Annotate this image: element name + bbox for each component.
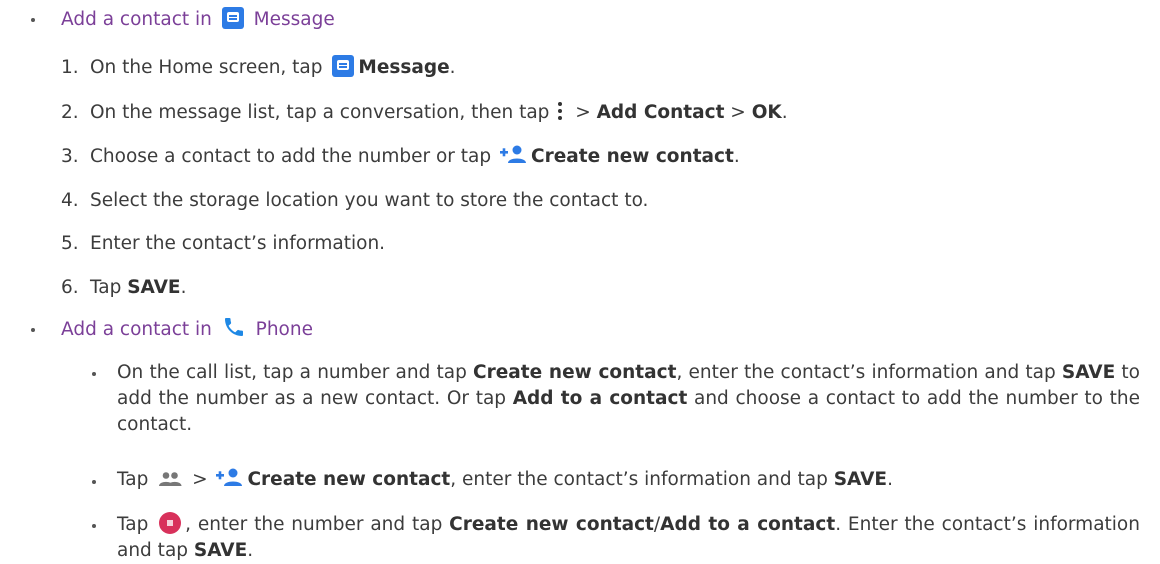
section-heading-message: Add a contact in Message [61,7,335,32]
step-text-part: Choose a contact to add the number or ta… [90,146,492,167]
bullet [31,18,35,22]
item-text-part: > [186,469,214,490]
step-text-part: Tap [90,277,122,298]
heading-text: Add a contact in [61,9,212,30]
step-text: On the Home screen, tap Message. [90,55,456,80]
heading-text: Add a contact in [61,319,212,340]
list-item: On the call list, tap a number and tap C… [117,360,1140,438]
step-text-part: On the Home screen, tap [90,57,323,78]
bullet [92,372,96,376]
step-text-part: Enter the contact’s information. [90,233,386,254]
message-icon [221,7,244,29]
item-bold: Add to a contact [512,388,688,409]
step-text-part: . [449,57,456,78]
more-vert-icon [557,100,563,122]
step-text-part: Select the storage location you want to … [90,190,649,211]
step-text: Tap SAVE. [90,276,186,300]
step-number: 2. [61,102,79,123]
dialpad-icon [159,512,182,534]
add-person-icon [215,467,243,487]
item-bold: Create new contact [473,362,677,383]
step-bold: Message [358,57,450,78]
item-text-part: Tap [117,514,149,535]
bullet [92,480,96,484]
phone-icon [222,315,246,339]
item-text-part: Tap [117,469,149,490]
message-icon [332,55,355,77]
item-bold: Create new contact [449,514,654,535]
step-bold: Create new contact [531,146,734,167]
item-text-part: On the call list, tap a number and tap [117,362,467,383]
item-bold: SAVE [1061,362,1116,383]
item-bold: Create new contact [247,469,451,490]
item-text-part: , enter the number and tap [185,514,443,535]
step-text-part: > [569,102,597,123]
step-text-part: . [781,102,788,123]
step-text-part: . [733,146,740,167]
list-item: Tap , enter the number and tap Create ne… [117,512,1140,564]
step-bold: OK [751,102,782,123]
step-text: Choose a contact to add the number or ta… [90,145,740,169]
step-text: Select the storage location you want to … [90,189,648,213]
item-bold: Add to a contact [660,514,836,535]
step-text-part: On the message list, tap a conversation,… [90,102,550,123]
step-bold: SAVE [127,277,181,298]
step-text: On the message list, tap a conversation,… [90,101,788,125]
bullet [92,524,96,528]
item-text-part: . [887,469,893,490]
bullet [31,328,35,332]
step-text-part: > [724,102,752,123]
step-text-part: . [180,277,187,298]
step-number: 3. [61,146,79,167]
add-person-icon [499,144,527,164]
heading-app-name: Message [253,9,335,30]
section-heading-phone: Add a contact in Phone [61,318,313,342]
list-item: Tap > Create new contact, enter the cont… [117,468,893,492]
step-number: 6. [61,277,79,298]
step-number: 1. [61,57,79,78]
item-text-part: , enter the contact’s information and ta… [450,469,828,490]
item-text-part: , enter the contact’s information and ta… [676,362,1056,383]
step-bold: Add Contact [596,102,725,123]
step-number: 4. [61,190,79,211]
item-text-part: . [247,540,254,561]
people-icon [158,470,182,486]
item-bold: SAVE [193,540,248,561]
item-bold: SAVE [833,469,888,490]
step-number: 5. [61,233,79,254]
step-text: Enter the contact’s information. [90,232,385,256]
heading-app-name: Phone [255,319,313,340]
document-page: Add a contact in Message 1. On the Home … [0,0,1160,561]
